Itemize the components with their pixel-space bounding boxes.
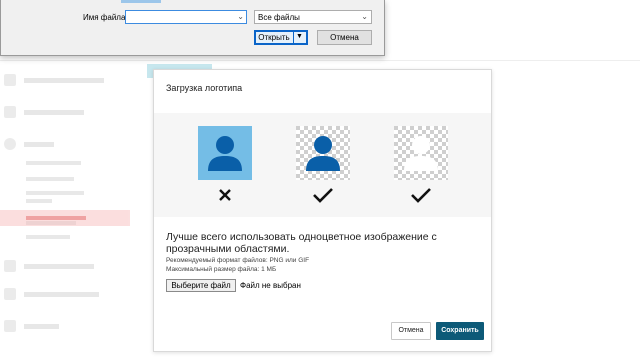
example-transparent-blue <box>296 126 350 180</box>
size-hint: Максимальный размер файла: 1 МБ <box>166 266 277 273</box>
save-button[interactable]: Сохранить <box>436 322 484 340</box>
background-nav-item <box>4 74 104 86</box>
chevron-down-icon[interactable]: ⌄ <box>237 12 244 21</box>
example-solid-background <box>198 126 252 180</box>
dropdown-arrow-icon[interactable]: ▼ <box>296 33 303 40</box>
filetype-value: Все файлы <box>258 13 300 22</box>
open-button[interactable]: Открыть ▼ <box>254 30 308 45</box>
background-active-item <box>0 210 130 226</box>
dialog-title: Загрузка логотипа <box>166 83 243 93</box>
background-divider <box>0 60 640 61</box>
example-transparent-white <box>394 126 448 180</box>
logo-examples-panel <box>154 113 491 217</box>
no-file-label: Файл не выбран <box>240 281 301 290</box>
filename-label: Имя файла: <box>83 13 128 22</box>
logo-upload-dialog: Загрузка логотипа Лучше всего использова… <box>153 69 492 352</box>
background-nav-item <box>4 320 59 332</box>
chevron-down-icon[interactable]: ⌄ <box>361 12 368 21</box>
check-icon <box>394 187 448 208</box>
person-icon <box>394 126 448 180</box>
filename-input[interactable]: ⌄ <box>125 10 247 24</box>
dialog-description: Лучше всего использовать одноцветное изо… <box>166 231 437 255</box>
filetype-select[interactable]: Все файлы ⌄ <box>254 10 372 24</box>
check-icon <box>296 187 350 208</box>
background-nav-item <box>4 288 99 300</box>
split-divider <box>293 32 294 43</box>
file-open-dialog: Имя файла: ⌄ Все файлы ⌄ Открыть ▼ Отмен… <box>0 0 385 56</box>
cross-icon <box>198 187 252 208</box>
person-icon <box>198 126 252 180</box>
person-icon <box>296 126 350 180</box>
background-nav-item <box>4 260 94 272</box>
background-nav-item <box>4 106 84 118</box>
cancel-button[interactable]: Отмена <box>391 322 431 340</box>
format-hint: Рекомендуемый формат файлов: PNG или GIF <box>166 257 310 264</box>
dialog-link-fragment <box>121 0 161 3</box>
choose-file-button[interactable]: Выберите файл <box>166 279 236 292</box>
dialog-cancel-button[interactable]: Отмена <box>317 30 372 45</box>
background-nav-item <box>4 138 54 150</box>
open-button-label: Открыть <box>258 33 290 42</box>
